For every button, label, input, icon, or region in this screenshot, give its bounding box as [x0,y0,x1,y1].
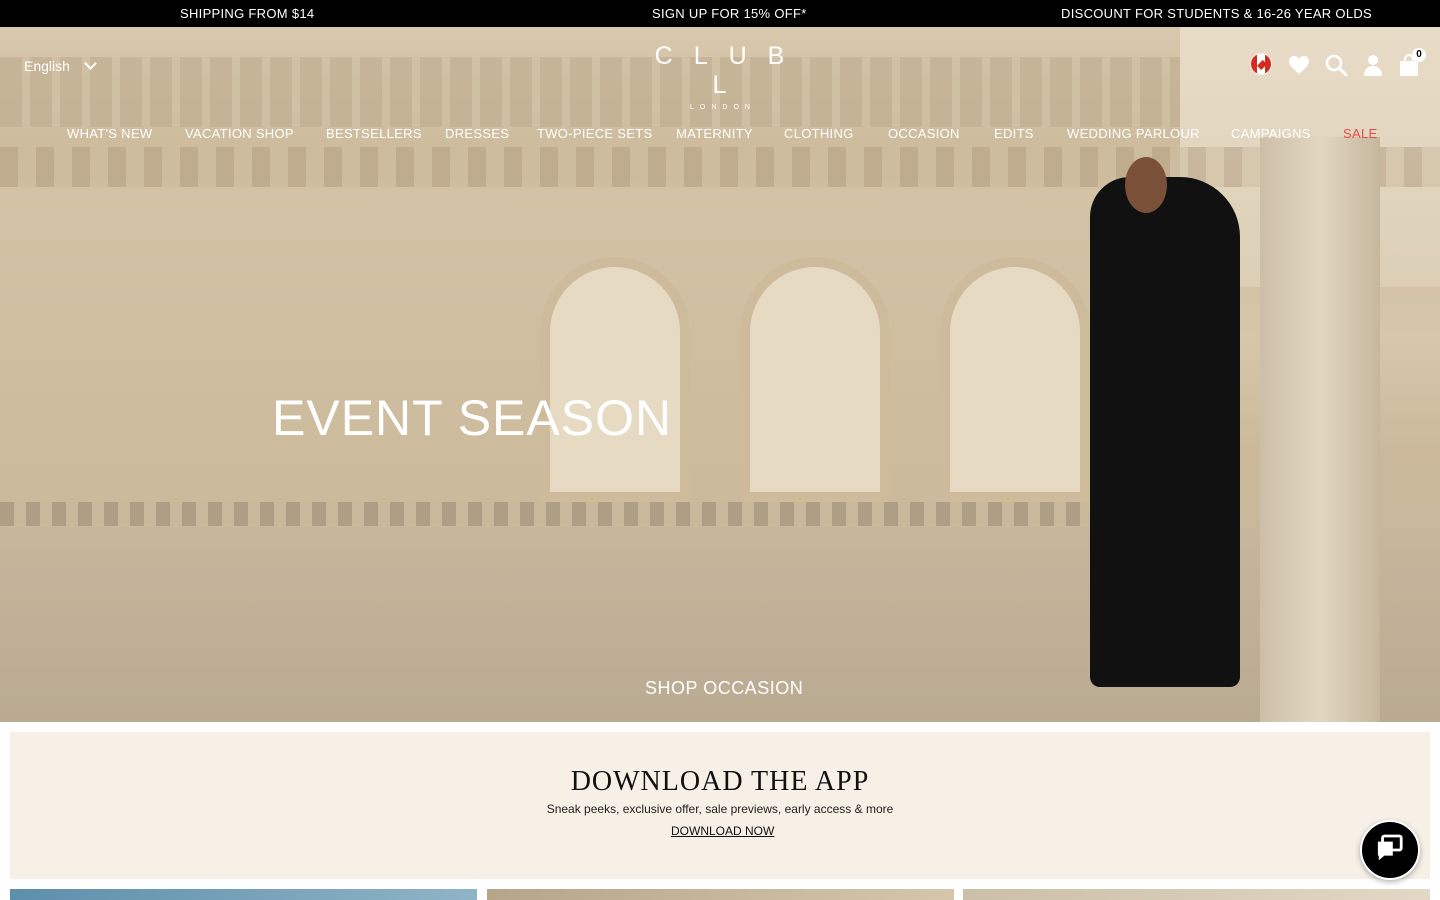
chat-button[interactable] [1360,820,1420,880]
nav-item-clothing[interactable]: CLOTHING [784,126,854,141]
category-tile[interactable] [963,889,1430,900]
logo-sub-text: LONDON [690,104,756,111]
hero-model-dress [1090,177,1240,687]
nav-item-whats-new[interactable]: WHAT'S NEW [67,126,152,141]
category-tile[interactable] [487,889,954,900]
hero-title: EVENT SEASON [272,390,673,446]
announcement-shipping[interactable]: SHIPPING FROM $14 [180,6,314,21]
nav-item-dresses[interactable]: DRESSES [445,126,509,141]
language-selector[interactable]: English [24,57,97,74]
category-tile[interactable] [10,889,477,900]
hero-background-ledge [0,502,1100,526]
nav-item-bestsellers[interactable]: BESTSELLERS [326,126,422,141]
hero-background-frieze [0,147,1440,187]
download-now-link[interactable]: DOWNLOAD NOW [671,824,774,838]
hero-background-arch [940,257,1090,502]
announcement-signup[interactable]: SIGN UP FOR 15% OFF* [652,6,807,21]
nav-item-occasion[interactable]: OCCASION [888,126,960,141]
main-navigation: WHAT'S NEW VACATION SHOP BESTSELLERS DRE… [0,126,1440,142]
announcement-students[interactable]: DISCOUNT FOR STUDENTS & 16-26 YEAR OLDS [1061,6,1372,21]
hero-model-head [1125,157,1167,213]
nav-item-sale[interactable]: SALE [1343,126,1377,141]
nav-item-two-piece-sets[interactable]: TWO-PIECE SETS [537,126,652,141]
app-banner-subtitle: Sneak peeks, exclusive offer, sale previ… [546,802,894,816]
announcement-bar: SHIPPING FROM $14 SIGN UP FOR 15% OFF* D… [0,0,1440,27]
hero-background-arch [740,257,890,502]
nav-item-maternity[interactable]: MATERNITY [676,126,753,141]
club-l-logo[interactable]: CLUB L LONDON [624,42,816,111]
hero-background-arch [540,257,690,502]
nav-item-vacation-shop[interactable]: VACATION SHOP [185,126,294,141]
hero-background-pillar [1260,137,1380,722]
chevron-down-icon [84,57,97,70]
nav-item-edits[interactable]: EDITS [994,126,1034,141]
shop-occasion-link[interactable]: SHOP OCCASION [645,678,803,699]
chat-icon [1377,834,1403,861]
download-app-banner: DOWNLOAD THE APP Sneak peeks, exclusive … [10,732,1430,879]
heart-icon[interactable] [1287,53,1311,77]
app-banner-title: DOWNLOAD THE APP [570,766,870,797]
logo-main-text: CLUB L [654,42,806,99]
account-icon[interactable] [1361,53,1385,77]
canada-flag-icon[interactable] [1250,53,1272,75]
nav-item-wedding-parlour[interactable]: WEDDING PARLOUR [1067,126,1200,141]
language-label: English [24,58,70,74]
nav-item-campaigns[interactable]: CAMPAIGNS [1231,126,1311,141]
search-icon[interactable] [1324,53,1348,77]
hero-background-parapet [0,57,1180,127]
cart-count-badge: 0 [1412,48,1426,62]
